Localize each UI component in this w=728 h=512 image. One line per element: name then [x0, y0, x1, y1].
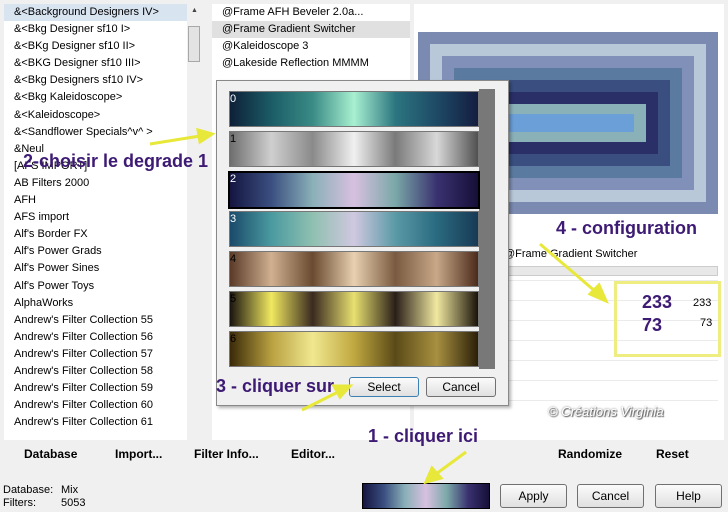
- arrow-step-1-head: [423, 465, 444, 485]
- arrow-step-2: [149, 134, 201, 146]
- arrow-step-3-head: [331, 384, 354, 400]
- arrow-step-4: [539, 242, 597, 294]
- arrow-step-1: [435, 450, 467, 476]
- arrow-step-3: [301, 390, 339, 412]
- annotation-arrows: [149, 127, 609, 485]
- arrow-step-2-head: [196, 127, 216, 145]
